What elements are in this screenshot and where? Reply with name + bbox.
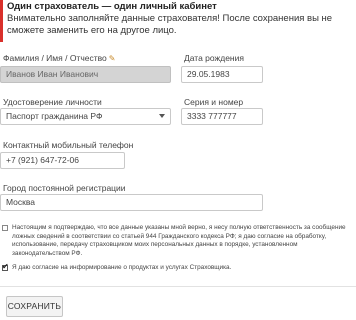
id-document-select[interactable]: Паспорт гражданина РФ bbox=[0, 108, 171, 125]
phone-input[interactable]: +7 (921) 647-72-06 bbox=[0, 152, 125, 169]
data-accuracy-text: Настоящим я подтверждаю, что все данные … bbox=[12, 224, 346, 259]
data-accuracy-checkbox[interactable] bbox=[2, 225, 8, 231]
data-accuracy-line: Настоящим я подтверждаю, что все данные … bbox=[12, 224, 346, 231]
insurer-notice: Один страхователь — один личный кабинет … bbox=[0, 0, 350, 42]
form-divider bbox=[0, 286, 356, 287]
phone-label: Контактный мобильный телефон bbox=[3, 140, 134, 150]
checkmark-icon: ✔ bbox=[2, 262, 9, 271]
marketing-text: Я даю согласие на информирование о проду… bbox=[12, 264, 232, 271]
city-input[interactable]: Москва bbox=[0, 194, 263, 211]
series-number-input[interactable]: 3333 777777 bbox=[181, 108, 263, 125]
notice-text: Внимательно заполняйте данные страховате… bbox=[7, 13, 333, 36]
notice-title: Один страхователь — один личный кабинет bbox=[7, 1, 217, 12]
data-accuracy-consent[interactable]: Настоящим я подтверждаю, что все данные … bbox=[2, 224, 356, 260]
marketing-consent[interactable]: ✔ Я даю согласие на информирование о про… bbox=[2, 262, 356, 274]
pencil-icon[interactable]: ✎ bbox=[109, 54, 116, 63]
data-accuracy-line: законодательством РФ. bbox=[12, 250, 83, 258]
full-name-input: Иванов Иван Иванович bbox=[0, 66, 171, 83]
full-name-label-text: Фамилия / Имя / Отчество bbox=[3, 53, 107, 63]
birth-date-input[interactable]: 29.05.1983 bbox=[181, 66, 263, 83]
id-document-value: Паспорт гражданина РФ bbox=[6, 111, 103, 121]
save-button[interactable]: СОХРАНИТЬ bbox=[6, 296, 63, 317]
birth-date-label: Дата рождения bbox=[184, 53, 244, 63]
data-accuracy-line: использование, передачу страховщиком мои… bbox=[12, 241, 298, 249]
id-document-label: Удостоверение личности bbox=[3, 97, 102, 107]
marketing-checkbox[interactable]: ✔ bbox=[2, 262, 9, 271]
series-number-label: Серия и номер bbox=[184, 97, 244, 107]
data-accuracy-line: ложных сведений в соответствии со статье… bbox=[12, 232, 327, 240]
full-name-label: Фамилия / Имя / Отчество ✎ bbox=[3, 53, 115, 63]
city-label: Город постоянной регистрации bbox=[3, 183, 126, 193]
chevron-down-icon bbox=[159, 114, 165, 118]
